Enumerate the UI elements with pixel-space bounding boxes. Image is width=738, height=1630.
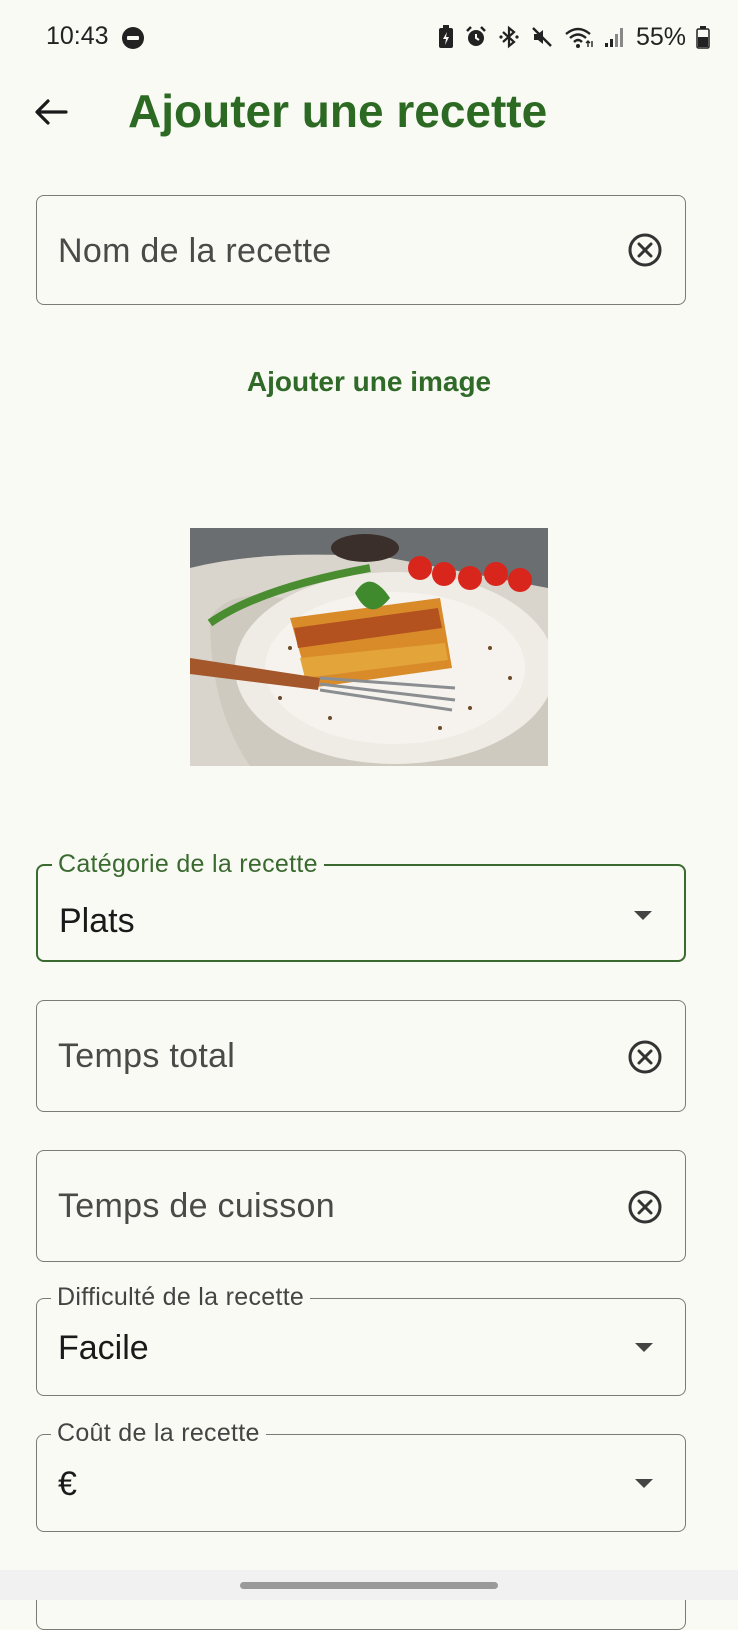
- recipe-image[interactable]: [190, 528, 548, 766]
- add-image-button[interactable]: Ajouter une image: [0, 366, 738, 398]
- recipe-name-field[interactable]: Nom de la recette: [36, 195, 686, 305]
- clear-icon[interactable]: [627, 232, 663, 268]
- difficulty-value: Facile: [58, 1329, 149, 1367]
- dnd-icon: [122, 27, 144, 49]
- wifi-icon: [565, 27, 593, 48]
- bluetooth-icon: [499, 25, 519, 49]
- status-time: 10:43: [46, 22, 109, 50]
- category-dropdown[interactable]: Catégorie de la recette Plats: [36, 850, 686, 962]
- battery-icon: [696, 26, 710, 49]
- dropdown-caret-icon: [635, 1479, 653, 1488]
- status-icons: 55%: [438, 22, 710, 52]
- dropdown-caret-icon: [635, 1343, 653, 1352]
- battery-percent: 55%: [636, 22, 687, 51]
- cooking-time-placeholder: Temps de cuisson: [58, 1187, 335, 1225]
- category-label: Catégorie de la recette: [52, 850, 324, 879]
- cooking-time-field[interactable]: Temps de cuisson: [36, 1150, 686, 1262]
- difficulty-dropdown[interactable]: Difficulté de la recette Facile: [36, 1283, 686, 1396]
- clear-icon[interactable]: [627, 1039, 663, 1075]
- cost-value: €: [58, 1465, 77, 1503]
- total-time-placeholder: Temps total: [58, 1037, 236, 1075]
- recipe-name-placeholder: Nom de la recette: [58, 232, 332, 270]
- cost-label: Coût de la recette: [51, 1419, 266, 1448]
- back-arrow-icon[interactable]: [28, 88, 76, 136]
- signal-icon: [605, 28, 623, 47]
- difficulty-label: Difficulté de la recette: [51, 1283, 311, 1312]
- category-value: Plats: [59, 902, 135, 940]
- cost-dropdown[interactable]: Coût de la recette €: [36, 1419, 686, 1532]
- clear-icon[interactable]: [627, 1189, 663, 1225]
- dropdown-caret-icon: [634, 911, 652, 920]
- alarm-icon: [466, 26, 486, 46]
- battery-saver-icon: [439, 25, 453, 48]
- mute-icon: [532, 27, 552, 47]
- page-title: Ajouter une recette: [128, 85, 548, 137]
- home-indicator[interactable]: [240, 1582, 498, 1589]
- total-time-field[interactable]: Temps total: [36, 1000, 686, 1112]
